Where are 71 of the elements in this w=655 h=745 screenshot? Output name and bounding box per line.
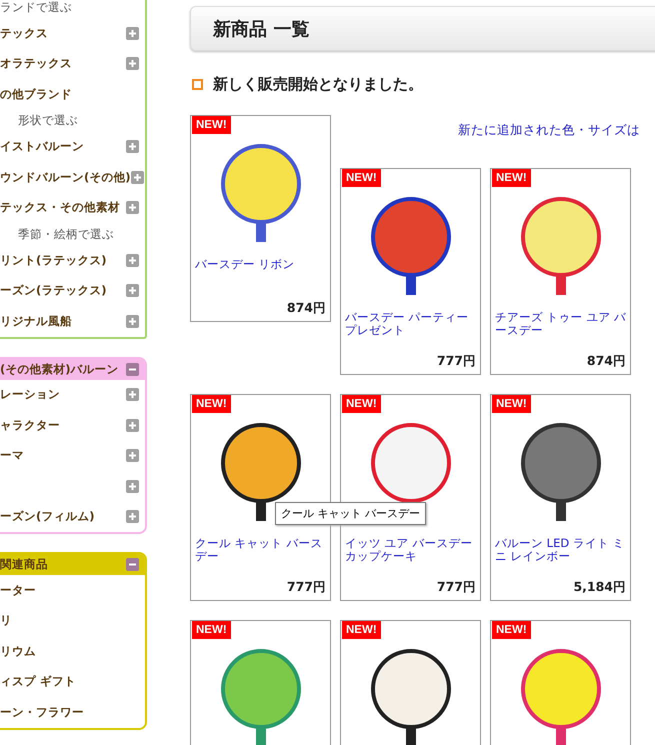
new-badge: NEW! [192, 621, 231, 639]
product-name-link[interactable]: チアーズ トゥー ユア バースデー [495, 311, 626, 337]
new-badge: NEW! [492, 169, 531, 187]
new-badge: NEW! [192, 395, 231, 413]
menu-item[interactable]: リジナル風船 [0, 314, 72, 329]
new-badge: NEW! [192, 116, 231, 134]
new-badge: NEW! [342, 621, 381, 639]
product-card[interactable]: NEW! [490, 620, 631, 745]
menu-subheading: ランドで選ぶ [0, 0, 72, 14]
intro-text: 新しく販売開始となりました。 [213, 75, 423, 94]
new-badge: NEW! [342, 395, 381, 413]
menu-heading: (その他素材)バルーン [0, 362, 119, 376]
expand-icon[interactable] [130, 170, 144, 184]
menu-item[interactable]: の他ブランド [0, 86, 72, 102]
expand-icon[interactable] [126, 510, 139, 524]
product-card[interactable]: NEW! バースデー リボン 874円 [190, 115, 331, 322]
menu-item[interactable]: ーン・フラワー [0, 704, 84, 720]
collapse-icon[interactable] [126, 362, 139, 376]
product-card[interactable]: NEW! [190, 620, 331, 745]
expand-icon[interactable] [126, 26, 139, 40]
product-price: 777円 [286, 579, 326, 596]
bullet-icon [192, 79, 203, 90]
menu-item[interactable]: ーター [0, 582, 36, 598]
menu-item[interactable]: ーズン(フィルム) [0, 509, 95, 524]
menu-item[interactable]: テックス・その他素材 [0, 200, 120, 216]
expand-icon[interactable] [126, 284, 139, 298]
new-badge: NEW! [492, 621, 531, 639]
expand-icon[interactable] [126, 254, 139, 267]
menu-item[interactable]: テックス [0, 26, 48, 41]
expand-icon[interactable] [126, 418, 139, 432]
new-badge: NEW! [342, 169, 381, 187]
product-name-link[interactable]: イッツ ユア バースデーカップケーキ [345, 537, 476, 563]
product-name-link[interactable]: バースデー リボン [195, 258, 326, 271]
product-price: 5,184円 [572, 579, 626, 596]
menu-item[interactable]: オラテックス [0, 56, 72, 72]
menu-item[interactable]: ーズン(ラテックス) [0, 283, 107, 298]
product-price: 777円 [436, 353, 476, 370]
menu-item[interactable]: リ [0, 613, 12, 628]
menu-item[interactable]: ャラクター [0, 418, 60, 433]
menu-item[interactable]: イストバルーン [0, 139, 84, 154]
product-price: 874円 [286, 300, 326, 317]
expand-icon[interactable] [126, 140, 139, 154]
menu-subheading: 形状で選ぶ [18, 113, 78, 128]
menu-item[interactable]: ィスプ ギフト [0, 674, 76, 690]
product-card[interactable]: NEW! バースデー パーティープレゼント 777円 [340, 168, 481, 375]
product-card[interactable]: NEW! バルーン LED ライト ミニ レインボー 5,184円 [490, 394, 631, 601]
menu-item[interactable]: リウム [0, 644, 36, 659]
menu-item[interactable]: レーション [0, 387, 60, 402]
product-price: 874円 [586, 353, 626, 370]
menu-item[interactable]: ーマ [0, 448, 24, 464]
expand-icon[interactable] [126, 449, 139, 462]
expand-icon[interactable] [126, 201, 139, 214]
product-name-link[interactable]: クール キャット バースデー [195, 537, 326, 563]
menu-item[interactable]: ウンドバルーン(その他) [0, 170, 131, 185]
expand-icon[interactable] [126, 480, 139, 493]
product-name-link[interactable]: バースデー パーティープレゼント [345, 311, 476, 337]
expand-icon[interactable] [126, 57, 139, 70]
product-name-link[interactable]: バルーン LED ライト ミニ レインボー [495, 537, 626, 563]
product-card[interactable]: NEW! チアーズ トゥー ユア バースデー 874円 [490, 168, 631, 375]
tooltip: クール キャット バースデー [275, 502, 426, 525]
expand-icon[interactable] [126, 388, 139, 402]
notice-link[interactable]: 新たに追加された色・サイズは [458, 122, 640, 168]
expand-icon[interactable] [126, 314, 139, 328]
collapse-icon[interactable] [126, 558, 139, 571]
new-badge: NEW! [492, 395, 531, 413]
menu-heading: 関連商品 [0, 557, 48, 572]
menu-subheading: 季節・絵柄で選ぶ [18, 226, 114, 242]
page-title: 新商品 一覧 [213, 18, 310, 40]
product-price: 777円 [436, 579, 476, 596]
product-card[interactable]: NEW! [340, 620, 481, 745]
menu-item[interactable]: リント(ラテックス) [0, 252, 107, 268]
